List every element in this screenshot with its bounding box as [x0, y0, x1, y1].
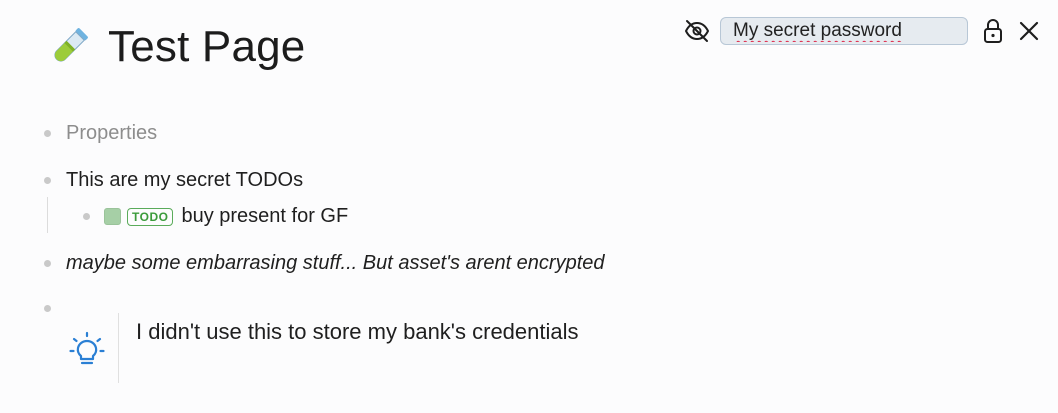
- todos-heading-text[interactable]: This are my secret TODOs: [66, 169, 303, 192]
- italic-note-text[interactable]: maybe some embarrasing stuff... But asse…: [66, 252, 605, 275]
- properties-label[interactable]: Properties: [66, 122, 157, 145]
- block-bullet[interactable]: [44, 305, 51, 312]
- callout-divider: [118, 313, 119, 383]
- lock-icon[interactable]: [978, 16, 1008, 46]
- eye-off-icon[interactable]: [682, 16, 712, 46]
- todo-marker-badge[interactable]: TODO: [127, 207, 174, 226]
- page-root: Test Page Properties: [0, 0, 1058, 413]
- italic-note-block[interactable]: maybe some embarrasing stuff... But asse…: [44, 252, 605, 275]
- test-tube-icon[interactable]: [44, 24, 92, 72]
- callout-block[interactable]: I didn't use this to store my bank's cre…: [66, 313, 666, 385]
- block-bullet[interactable]: [44, 177, 51, 184]
- callout-text[interactable]: I didn't use this to store my bank's cre…: [136, 319, 579, 345]
- todo-item-text[interactable]: buy present for GF: [181, 205, 348, 228]
- page-title[interactable]: Test Page: [108, 22, 305, 72]
- block-bullet[interactable]: [44, 130, 51, 137]
- todo-checkbox[interactable]: [104, 208, 121, 225]
- block-bullet[interactable]: [44, 260, 51, 267]
- callout-block-bullet[interactable]: [44, 305, 51, 312]
- properties-block[interactable]: Properties: [44, 122, 157, 145]
- page-header: [44, 24, 92, 72]
- block-bullet[interactable]: [83, 213, 90, 220]
- close-icon[interactable]: [1014, 16, 1044, 46]
- lightbulb-icon: [69, 331, 105, 367]
- encryption-toolbar: [682, 16, 1044, 46]
- password-input[interactable]: [720, 17, 968, 45]
- child-thread-line: [47, 197, 48, 233]
- todo-item-block[interactable]: TODO buy present for GF: [83, 205, 348, 228]
- todos-heading-block[interactable]: This are my secret TODOs: [44, 169, 303, 192]
